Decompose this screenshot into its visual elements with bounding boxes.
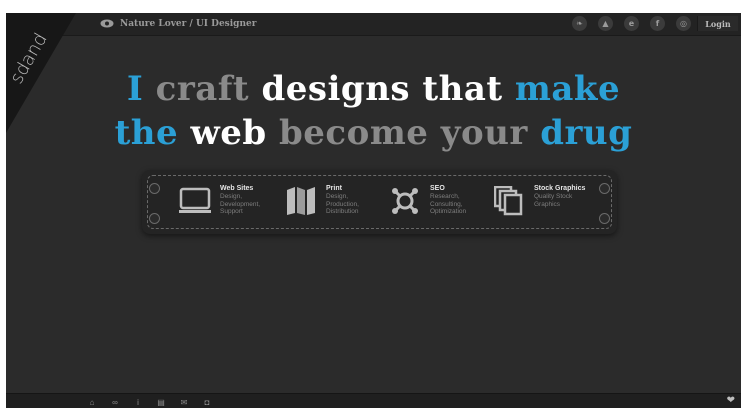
panel-hole	[149, 213, 160, 224]
headline-word: make	[514, 69, 621, 109]
gamepad-icon[interactable]: ◘	[201, 396, 213, 408]
service-description: Design, Development, Support	[220, 193, 261, 215]
panel-hole	[599, 183, 610, 194]
panel-hole	[599, 213, 610, 224]
headline-word: the	[114, 113, 179, 153]
services-panel: Web Sites Design, Development, Support P…	[142, 170, 617, 234]
mail-icon[interactable]: ✉	[178, 396, 190, 408]
service-web-sites[interactable]: Web Sites Design, Development, Support	[178, 184, 260, 218]
headline-word: designs that	[261, 69, 503, 109]
panel-hole	[149, 183, 160, 194]
service-stock-graphics[interactable]: Stock Graphics Quality Stock Graphics	[492, 184, 585, 218]
facebook-icon[interactable]: f	[650, 16, 665, 31]
social-links: ❧ ▲ e f ◎	[572, 16, 691, 31]
headline-word: craft	[155, 69, 250, 109]
bottom-bar: ⌂ ∞ i ▤ ✉ ◘ ❤	[6, 393, 741, 408]
document-icon[interactable]: ▤	[155, 396, 167, 408]
headline-word: web	[190, 113, 267, 153]
service-title: Web Sites	[220, 185, 254, 192]
dribbble-icon[interactable]: ◎	[676, 16, 691, 31]
network-icon	[388, 184, 422, 218]
behance-icon[interactable]: e	[624, 16, 639, 31]
service-print[interactable]: Print Design, Production, Distribution	[284, 184, 359, 218]
service-title: SEO	[430, 185, 445, 192]
deviantart-icon[interactable]: ▲	[598, 16, 613, 31]
heart-icon[interactable]: ❤	[727, 395, 735, 406]
tagline-group: Nature Lover / UI Designer	[100, 17, 256, 31]
info-icon[interactable]: i	[132, 396, 144, 408]
twitter-icon[interactable]: ❧	[572, 16, 587, 31]
hero-headline: I craft designs that make the web become…	[6, 67, 741, 155]
tagline: Nature Lover / UI Designer	[120, 19, 257, 29]
service-description: Design, Production, Distribution	[326, 193, 359, 215]
link-icon[interactable]: ∞	[109, 396, 121, 408]
headline-word: I	[126, 69, 144, 109]
headline-word: drug	[540, 113, 633, 153]
top-bar: Nature Lover / UI Designer ❧ ▲ e f ◎ Login	[6, 13, 741, 36]
footer-nav: ⌂ ∞ i ▤ ✉ ◘	[86, 396, 213, 408]
service-description: Quality Stock Graphics	[534, 193, 573, 208]
hero-line-2: the web become your drug	[6, 111, 741, 155]
eye-icon	[100, 15, 114, 33]
service-title: Stock Graphics	[534, 185, 586, 192]
page-frame: Nature Lover / UI Designer ❧ ▲ e f ◎ Login s…	[6, 13, 741, 408]
home-icon[interactable]: ⌂	[86, 396, 98, 408]
stack-icon	[492, 184, 526, 218]
service-description: Research, Consulting, Optimization	[430, 193, 467, 215]
monitor-icon	[178, 184, 212, 218]
hero-line-1: I craft designs that make	[6, 67, 741, 111]
login-button[interactable]: Login	[697, 16, 738, 31]
service-seo[interactable]: SEO Research, Consulting, Optimization	[388, 184, 466, 218]
map-icon	[284, 184, 318, 218]
headline-word: your	[440, 113, 528, 153]
service-title: Print	[326, 185, 342, 192]
headline-word: become	[279, 113, 429, 153]
